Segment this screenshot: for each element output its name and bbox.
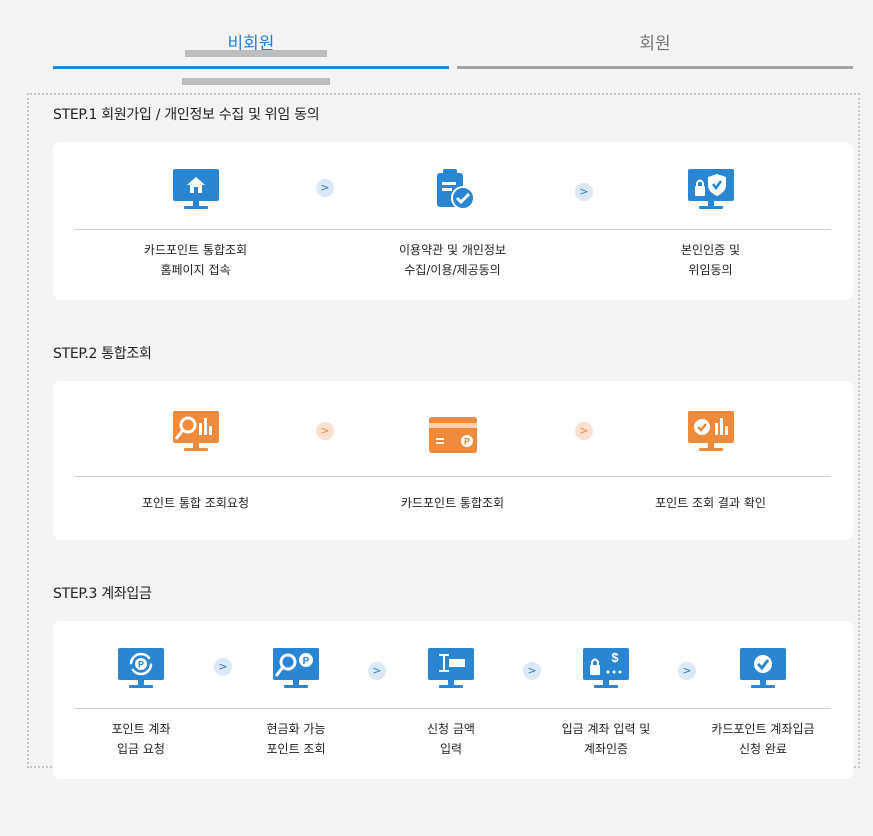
home-monitor-icon — [172, 169, 219, 209]
point-card-icon: P — [428, 417, 477, 453]
tab-active-underline — [53, 66, 449, 69]
step-card: 포인트 통합 조회요청 > P 카드포인트 통합조회 > 포인트 조회 결과 확… — [53, 381, 853, 540]
item-label: 카드포인트 계좌입금 신청 완료 — [711, 722, 815, 756]
input-cursor-monitor-icon — [428, 648, 474, 688]
svg-text:P: P — [138, 660, 144, 670]
process-item: $ 입금 계좌 입력 및 계좌인증 — [530, 621, 682, 779]
process-item: P 포인트 계좌 입금 요청 — [65, 621, 217, 779]
item-label: 본인인증 및 위임동의 — [680, 243, 740, 277]
process-item: 포인트 조회 결과 확인 — [583, 381, 838, 540]
process-item: 이용약관 및 개인정보 수집/이용/제공동의 — [325, 142, 580, 300]
tab-non-member[interactable]: 비회원 — [53, 0, 449, 70]
member-tabs: 비회원 회원 — [53, 0, 853, 70]
lock-dollar-monitor-icon: $ — [583, 648, 629, 688]
item-label: 카드포인트 통합조회 홈페이지 접속 — [143, 243, 248, 277]
point-refresh-monitor-icon: P — [118, 648, 164, 688]
process-item: 신청 금액 입력 — [375, 621, 527, 779]
item-label: 신청 금액 입력 — [427, 722, 475, 756]
step-title: STEP.2 통합조회 — [53, 346, 152, 362]
step-card: P 포인트 계좌 입금 요청 > P 현금화 가능 포인트 조회 > 신청 금액… — [53, 621, 853, 779]
item-label: 입금 계좌 입력 및 계좌인증 — [561, 722, 651, 756]
item-label: 포인트 조회 결과 확인 — [655, 496, 766, 510]
item-label: 현금화 가능 포인트 조회 — [266, 722, 326, 756]
tab-member[interactable]: 회원 — [457, 0, 853, 70]
process-item: P 카드포인트 통합조회 — [325, 381, 580, 540]
svg-text:$: $ — [611, 650, 619, 665]
svg-text:P: P — [463, 437, 469, 447]
step-title: STEP.3 계좌입금 — [53, 586, 152, 602]
process-item: 본인인증 및 위임동의 — [583, 142, 838, 300]
item-label: 포인트 계좌 입금 요청 — [111, 722, 171, 756]
lock-shield-monitor-icon — [687, 169, 734, 209]
process-item: 카드포인트 계좌입금 신청 완료 — [685, 621, 841, 779]
item-label: 이용약관 및 개인정보 수집/이용/제공동의 — [399, 243, 506, 277]
check-monitor-icon — [740, 648, 786, 688]
search-point-monitor-icon: P — [273, 648, 319, 688]
check-chart-monitor-icon — [687, 411, 734, 451]
item-label: 포인트 통합 조회요청 — [142, 496, 249, 510]
decorative-bar — [185, 50, 327, 57]
item-label: 카드포인트 통합조회 — [400, 496, 505, 510]
svg-text:P: P — [303, 656, 310, 667]
decorative-bar — [182, 78, 330, 85]
tab-member-label: 회원 — [639, 34, 671, 54]
process-item: P 현금화 가능 포인트 조회 — [220, 621, 372, 779]
step-card: 카드포인트 통합조회 홈페이지 접속 > 이용약관 및 개인정보 수집/이용/제… — [53, 142, 853, 300]
process-item: 카드포인트 통합조회 홈페이지 접속 — [68, 142, 323, 300]
step-title: STEP.1 회원가입 / 개인정보 수집 및 위임 동의 — [53, 107, 320, 123]
search-chart-monitor-icon — [172, 411, 219, 451]
process-item: 포인트 통합 조회요청 — [68, 381, 323, 540]
clipboard-check-icon — [436, 169, 475, 210]
tab-inactive-underline — [457, 66, 853, 69]
